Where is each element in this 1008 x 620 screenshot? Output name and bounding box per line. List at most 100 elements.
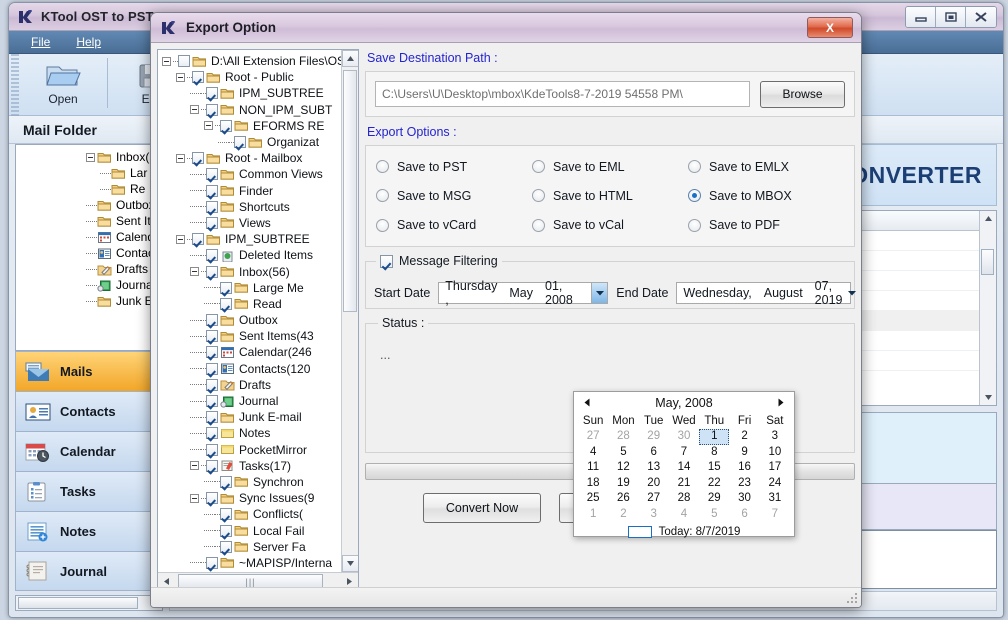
folder-tree-item[interactable]: Sync Issues(9 <box>158 490 340 506</box>
folder-checkbox[interactable] <box>206 201 218 213</box>
export-option-save-to-emlx[interactable]: Save to EMLX <box>688 152 844 181</box>
calendar-day[interactable]: 23 <box>729 476 759 492</box>
calendar-day[interactable]: 30 <box>669 429 699 445</box>
tree-collapse-icon[interactable] <box>86 153 95 162</box>
folder-checkbox[interactable] <box>206 363 218 375</box>
folder-checkbox[interactable] <box>206 492 218 504</box>
folder-checkbox[interactable] <box>178 55 190 67</box>
calendar-day[interactable]: 17 <box>760 460 790 476</box>
folder-checkbox[interactable] <box>206 314 218 326</box>
calendar-day[interactable]: 2 <box>729 429 759 445</box>
tree-collapse-icon[interactable] <box>204 121 213 130</box>
scroll-up-icon[interactable] <box>981 211 996 226</box>
sidebar-item-journal[interactable]: Journal <box>15 551 163 591</box>
main-tree-item[interactable]: Lar <box>16 165 162 181</box>
sidebar-item-calendar[interactable]: Calendar <box>15 431 163 471</box>
export-option-save-to-html[interactable]: Save to HTML <box>532 181 688 210</box>
folder-checkbox[interactable] <box>206 346 218 358</box>
folder-tree-item[interactable]: Conflicts( <box>158 506 340 522</box>
scroll-down-icon[interactable] <box>342 555 358 572</box>
scroll-down-icon[interactable] <box>981 390 996 405</box>
folder-checkbox[interactable] <box>206 557 218 569</box>
minimize-button[interactable] <box>906 7 936 27</box>
tree-collapse-icon[interactable] <box>190 461 199 470</box>
folder-checkbox[interactable] <box>206 87 218 99</box>
folder-checkbox[interactable] <box>220 525 232 537</box>
sidebar-item-notes[interactable]: Notes <box>15 511 163 551</box>
tree-collapse-icon[interactable] <box>190 494 199 503</box>
calendar-day[interactable]: 8 <box>699 445 729 461</box>
folder-tree-item[interactable]: IPM_SUBTREE <box>158 85 340 101</box>
folder-checkbox[interactable] <box>206 104 218 116</box>
folder-checkbox[interactable] <box>234 136 246 148</box>
menu-item-file[interactable]: File <box>31 35 50 49</box>
folder-tree-item[interactable]: Large Me <box>158 280 340 296</box>
tree-collapse-icon[interactable] <box>176 73 185 82</box>
sidebar-item-mails[interactable]: Mails <box>15 351 163 391</box>
destination-path-input[interactable]: C:\Users\U\Desktop\mbox\KdeTools8-7-2019… <box>375 81 750 107</box>
folder-tree-item[interactable]: Views <box>158 215 340 231</box>
folder-checkbox[interactable] <box>206 444 218 456</box>
maximize-button[interactable] <box>936 7 966 27</box>
tree-collapse-icon[interactable] <box>190 105 199 114</box>
calendar-day[interactable]: 28 <box>608 429 638 445</box>
calendar-day[interactable]: 10 <box>760 445 790 461</box>
toolbar-grip[interactable] <box>11 54 19 116</box>
message-filtering-checkbox[interactable]: Message Filtering <box>376 254 502 268</box>
export-option-save-to-eml[interactable]: Save to EML <box>532 152 688 181</box>
calendar-day[interactable]: 4 <box>578 445 608 461</box>
calendar-day[interactable]: 5 <box>608 445 638 461</box>
folder-tree-item[interactable]: Journal <box>158 393 340 409</box>
calendar-day[interactable]: 7 <box>669 445 699 461</box>
export-option-save-to-msg[interactable]: Save to MSG <box>376 181 532 210</box>
tree-collapse-icon[interactable] <box>162 57 171 66</box>
calendar-day[interactable]: 29 <box>699 491 729 507</box>
calendar-day[interactable]: 18 <box>578 476 608 492</box>
calendar-day[interactable]: 20 <box>639 476 669 492</box>
sidebar-item-contacts[interactable]: Contacts <box>15 391 163 431</box>
main-folder-tree[interactable]: Inbox(5LarReOutboxSent ItCalendContacDra… <box>15 144 163 351</box>
dialog-titlebar[interactable]: Export Option X <box>151 13 861 43</box>
calendar-day[interactable]: 15 <box>699 460 729 476</box>
folder-checkbox[interactable] <box>206 330 218 342</box>
resize-grip-icon[interactable] <box>846 593 858 605</box>
calendar-day[interactable]: 3 <box>760 429 790 445</box>
folder-tree-item[interactable]: PocketMirror <box>158 442 340 458</box>
dialog-close-button[interactable]: X <box>807 17 853 38</box>
main-tree-item[interactable]: Re <box>16 181 162 197</box>
calendar-day[interactable]: 24 <box>760 476 790 492</box>
folder-checkbox[interactable] <box>206 168 218 180</box>
folder-tree-item[interactable]: Common Views <box>158 166 340 182</box>
date-picker-calendar[interactable]: May, 2008 SunMonTueWedThuFriSat 27282930… <box>573 391 795 537</box>
folder-tree-item[interactable]: D:\All Extension Files\OS <box>158 53 340 69</box>
folder-tree-item[interactable]: Local Fail <box>158 522 340 538</box>
folder-checkbox[interactable] <box>206 395 218 407</box>
export-option-save-to-vcard[interactable]: Save to vCard <box>376 211 532 240</box>
calendar-day[interactable]: 3 <box>639 507 669 523</box>
tree-collapse-icon[interactable] <box>176 154 185 163</box>
calendar-day[interactable]: 16 <box>729 460 759 476</box>
folder-tree-item[interactable]: Shortcuts <box>158 199 340 215</box>
folder-tree-item[interactable]: Root - Mailbox <box>158 150 340 166</box>
toolbar-open-button[interactable]: Open <box>19 54 107 112</box>
folder-tree-item[interactable]: Server Fa <box>158 539 340 555</box>
folder-checkbox[interactable] <box>220 282 232 294</box>
chevron-right-icon[interactable] <box>774 396 788 409</box>
scroll-thumb[interactable] <box>981 249 994 275</box>
main-tree-item[interactable]: Contac <box>16 245 162 261</box>
folder-tree-item[interactable]: Notes <box>158 425 340 441</box>
browse-button[interactable]: Browse <box>760 81 845 108</box>
menu-item-help[interactable]: Help <box>76 35 101 49</box>
calendar-day[interactable]: 2 <box>608 507 638 523</box>
main-tree-item[interactable]: Junk E <box>16 293 162 309</box>
export-option-save-to-mbox[interactable]: Save to MBOX <box>688 181 844 210</box>
folder-checkbox[interactable] <box>206 185 218 197</box>
main-tree-item[interactable]: Journa <box>16 277 162 293</box>
calendar-today-label[interactable]: Today: 8/7/2019 <box>659 526 741 538</box>
calendar-day[interactable]: 27 <box>639 491 669 507</box>
main-tree-item[interactable]: Inbox(5 <box>16 149 162 165</box>
calendar-day[interactable]: 21 <box>669 476 699 492</box>
export-option-save-to-vcal[interactable]: Save to vCal <box>532 211 688 240</box>
folder-tree-item[interactable]: Organizat <box>158 134 340 150</box>
main-tree-item[interactable]: Calend <box>16 229 162 245</box>
